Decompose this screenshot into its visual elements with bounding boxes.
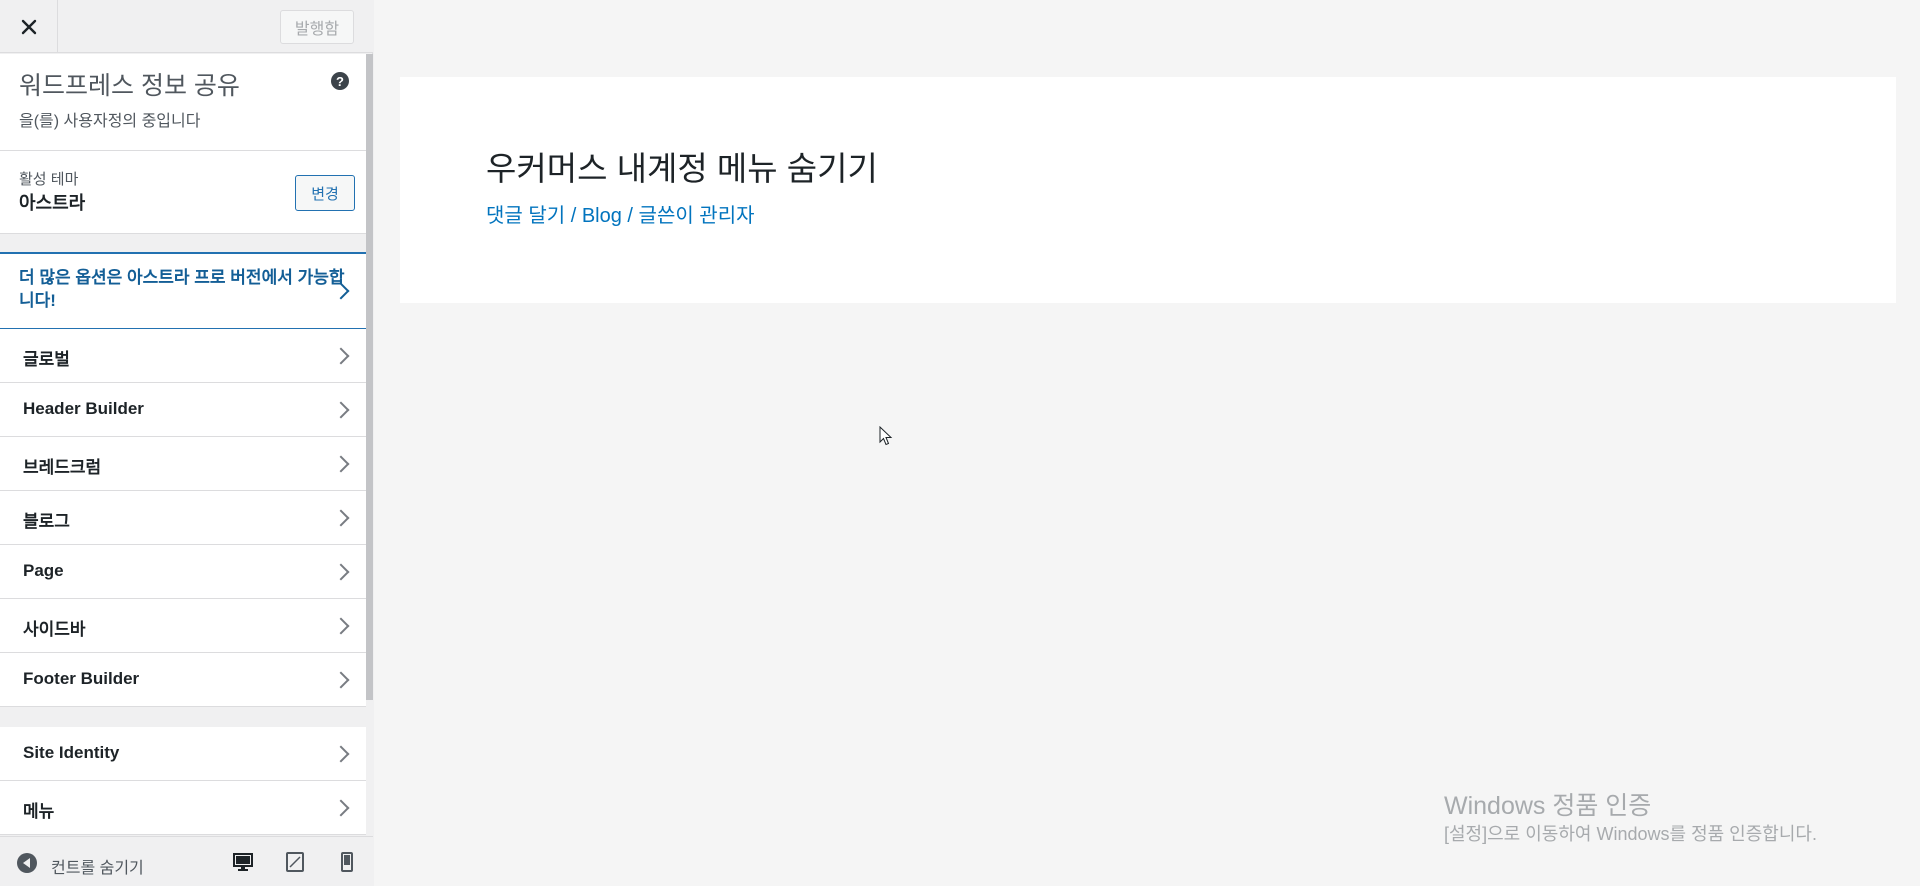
site-title: 워드프레스 정보 공유: [19, 72, 240, 100]
section-breadcrumb[interactable]: 브레드크럼: [0, 437, 367, 491]
section-header-builder[interactable]: Header Builder: [0, 383, 367, 437]
desktop-icon[interactable]: [232, 851, 254, 873]
section-label: Header Builder: [23, 399, 144, 418]
active-theme-label: 활성 테마: [19, 171, 79, 188]
chevron-right-icon: [332, 617, 350, 635]
site-info-panel: 워드프레스 정보 공유 을(를) 사용자정의 중입니다 ?: [0, 54, 367, 151]
comment-link[interactable]: 댓글 달기: [486, 205, 565, 227]
section-label: 글로벌: [23, 350, 70, 369]
section-label: Site Identity: [23, 743, 120, 762]
section-label: Page: [23, 561, 64, 580]
windows-activation-title: Windows 정품 인증: [1444, 792, 1652, 820]
section-page[interactable]: Page: [0, 545, 367, 599]
chevron-right-icon: [332, 509, 350, 527]
post-card: 우커머스 내계정 메뉴 숨기기 댓글 달기 / Blog / 글쓴이 관리자: [400, 77, 1896, 303]
meta-separator: /: [565, 205, 582, 227]
section-label: Footer Builder: [23, 669, 140, 688]
mouse-cursor-icon: [879, 426, 893, 446]
section-menus[interactable]: 메뉴: [0, 781, 367, 835]
section-blog[interactable]: 블로그: [0, 491, 367, 545]
category-link[interactable]: Blog: [582, 205, 622, 227]
customizer-footer: 컨트롤 숨기기: [0, 836, 373, 886]
section-label: 블로그: [23, 512, 70, 531]
chevron-right-icon: [332, 401, 350, 419]
scrollbar-thumb[interactable]: [366, 54, 373, 700]
customizer-sidebar: 발행함 워드프레스 정보 공유 을(를) 사용자정의 중입니다 ? 활성 테마 …: [0, 0, 373, 886]
post-meta: 댓글 달기 / Blog / 글쓴이 관리자: [486, 199, 755, 228]
change-theme-button[interactable]: 변경: [295, 175, 355, 211]
windows-activation-subtitle: [설정]으로 이동하여 Windows를 정품 인증합니다.: [1444, 824, 1817, 844]
section-global[interactable]: 글로벌: [0, 329, 367, 383]
sidebar-scrollbar[interactable]: [366, 54, 373, 836]
section-label: 사이드바: [23, 620, 86, 639]
chevron-right-icon: [332, 799, 350, 817]
pro-upgrade-banner[interactable]: 더 많은 옵션은 아스트라 프로 버전에서 가능합니다!: [0, 252, 367, 329]
tablet-icon[interactable]: [284, 851, 306, 873]
post-title[interactable]: 우커머스 내계정 메뉴 숨기기: [486, 142, 878, 190]
section-sidebar[interactable]: 사이드바: [0, 599, 367, 653]
active-theme-panel: 활성 테마 아스트라 변경: [0, 151, 367, 234]
chevron-right-icon: [332, 455, 350, 473]
chevron-right-icon: [332, 745, 350, 763]
author-link[interactable]: 글쓴이 관리자: [639, 205, 755, 227]
site-preview: 우커머스 내계정 메뉴 숨기기 댓글 달기 / Blog / 글쓴이 관리자: [374, 0, 1920, 886]
panel-list: 워드프레스 정보 공유 을(를) 사용자정의 중입니다 ? 활성 테마 아스트라…: [0, 54, 367, 836]
chevron-right-icon: [332, 563, 350, 581]
chevron-right-icon: [332, 347, 350, 365]
close-icon: [21, 19, 36, 34]
collapse-icon[interactable]: [17, 853, 37, 873]
mobile-icon[interactable]: [336, 851, 358, 873]
customizing-text: 을(를) 사용자정의 중입니다: [19, 113, 201, 130]
active-theme-name: 아스트라: [19, 193, 86, 213]
section-label: 메뉴: [23, 802, 55, 821]
help-icon[interactable]: ?: [331, 72, 349, 90]
collapse-sidebar-button[interactable]: 컨트롤 숨기기: [51, 854, 144, 878]
pro-upgrade-text: 더 많은 옵션은 아스트라 프로 버전에서 가능합니다!: [19, 268, 345, 310]
customizer-header: 발행함: [0, 0, 373, 53]
section-label: 브레드크럼: [23, 458, 102, 477]
meta-separator: /: [621, 205, 639, 227]
publish-button[interactable]: 발행함: [280, 10, 354, 44]
close-button[interactable]: [0, 0, 58, 53]
section-site-identity[interactable]: Site Identity: [0, 727, 367, 781]
chevron-right-icon: [332, 671, 350, 689]
section-footer-builder[interactable]: Footer Builder: [0, 653, 367, 707]
